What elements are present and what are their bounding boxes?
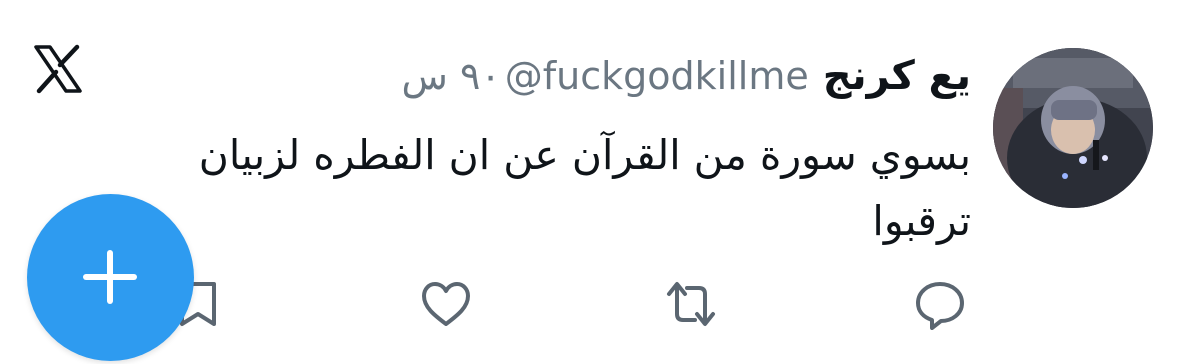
reply-icon bbox=[916, 282, 964, 330]
reply-button[interactable] bbox=[914, 278, 966, 330]
avatar[interactable] bbox=[993, 48, 1153, 208]
tweet-text-line-2: ترقبوا bbox=[872, 197, 971, 245]
display-name[interactable]: يع كرنج bbox=[823, 53, 971, 99]
timestamp[interactable]: ٩٠ س bbox=[402, 54, 501, 98]
tweet-header: يع كرنج @fuckgodkillme ٩٠ س bbox=[402, 46, 972, 106]
heart-icon bbox=[422, 282, 470, 326]
tweet-text-line-1: بسوي سورة من القرآن عن ان الفطره لزبيان bbox=[198, 131, 971, 179]
tweet-screenshot: يع كرنج @fuckgodkillme ٩٠ س بسوي سورة من… bbox=[0, 0, 1179, 364]
compose-button[interactable] bbox=[27, 194, 194, 361]
retweet-button[interactable] bbox=[665, 278, 717, 330]
retweet-icon bbox=[667, 282, 715, 326]
plus-icon bbox=[83, 250, 137, 304]
user-handle[interactable]: @fuckgodkillme bbox=[505, 54, 809, 98]
x-logo-icon bbox=[33, 44, 83, 94]
like-button[interactable] bbox=[420, 278, 472, 330]
tweet-text: بسوي سورة من القرآن عن ان الفطره لزبيان ت… bbox=[91, 122, 971, 254]
